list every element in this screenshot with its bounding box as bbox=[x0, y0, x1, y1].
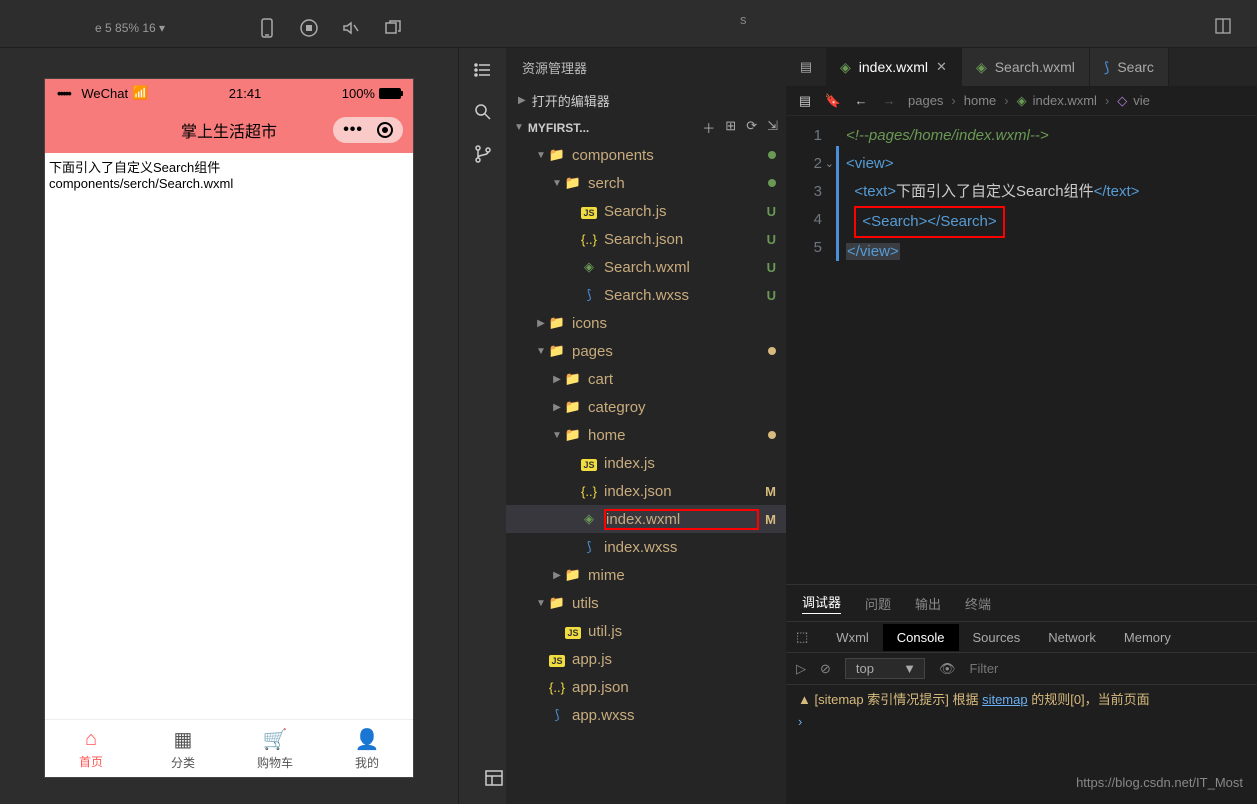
panel-tab-输出[interactable]: 输出 bbox=[915, 594, 941, 613]
tab-pre-icon[interactable]: ▤ bbox=[786, 48, 826, 86]
tree-util.js[interactable]: JSutil.js bbox=[506, 617, 786, 645]
devtab-Network[interactable]: Network bbox=[1034, 624, 1110, 651]
new-file-icon[interactable]: ＋ bbox=[702, 118, 715, 137]
phone-tab-首页[interactable]: ⌂首页 bbox=[45, 720, 137, 777]
tree-categroy[interactable]: ▶📁categroy bbox=[506, 393, 786, 421]
tree-icons[interactable]: ▶📁icons bbox=[506, 309, 786, 337]
device-icon[interactable] bbox=[253, 14, 281, 42]
watermark: https://blog.csdn.net/IT_Most bbox=[1076, 775, 1243, 790]
stop-icon[interactable] bbox=[295, 14, 323, 42]
file-tree: ▼📁components▼📁serchJSSearch.jsU{..}Searc… bbox=[506, 141, 786, 804]
project-header[interactable]: ▼ MYFIRST... ＋ ⊞ ⟳ ⇲ bbox=[506, 114, 786, 141]
inspect-icon[interactable]: ⬚ bbox=[796, 629, 808, 645]
capsule-button[interactable]: ••• bbox=[333, 117, 403, 143]
forward-icon[interactable]: → bbox=[880, 89, 898, 113]
open-editors-section[interactable]: ▶打开的编辑器 bbox=[506, 87, 786, 114]
tree-cart[interactable]: ▶📁cart bbox=[506, 365, 786, 393]
phone-body: 下面引入了自定义Search组件 components/serch/Search… bbox=[45, 153, 413, 719]
more-icon[interactable]: ••• bbox=[343, 121, 363, 139]
tab-Search.wxml[interactable]: ◈Search.wxml bbox=[962, 48, 1090, 86]
close-icon[interactable]: ✕ bbox=[936, 59, 947, 75]
tree-index.wxss[interactable]: ⟆index.wxss bbox=[506, 533, 786, 561]
breadcrumb-pages[interactable]: pages bbox=[908, 93, 943, 108]
tree-serch[interactable]: ▼📁serch bbox=[506, 169, 786, 197]
tree-Search.wxss[interactable]: ⟆Search.wxssU bbox=[506, 281, 786, 309]
tree-index.wxml[interactable]: ◈index.wxmlM bbox=[506, 505, 786, 533]
split-icon[interactable] bbox=[1209, 12, 1237, 40]
play-icon[interactable]: ▷ bbox=[796, 661, 806, 677]
tree-app.wxss[interactable]: ⟆app.wxss bbox=[506, 701, 786, 729]
phone-time: 21:41 bbox=[229, 86, 262, 101]
signal-dots: ••••• bbox=[57, 86, 70, 101]
wifi-icon: 📶 bbox=[132, 85, 148, 101]
tree-Search.js[interactable]: JSSearch.jsU bbox=[506, 197, 786, 225]
search-icon[interactable] bbox=[471, 100, 495, 124]
bottom-panel: 调试器 问题 输出 终端 ⬚ WxmlConsoleSourcesNetworkMem… bbox=[786, 584, 1257, 804]
tree-utils[interactable]: ▼📁utils bbox=[506, 589, 786, 617]
editor-tabs: ▤ ◈index.wxml✕◈Search.wxml⟆Searc bbox=[786, 48, 1257, 86]
editor-area: ▤ ◈index.wxml✕◈Search.wxml⟆Searc ▤ 🔖 ← →… bbox=[786, 48, 1257, 804]
filter-input[interactable] bbox=[970, 661, 1248, 676]
sitemap-link[interactable]: sitemap bbox=[982, 692, 1028, 707]
breadcrumb: ▤ 🔖 ← → pages›home›◈ index.wxml›◇ vie bbox=[786, 86, 1257, 116]
window-icon[interactable] bbox=[379, 14, 407, 42]
breadcrumb-vie[interactable]: ◇ vie bbox=[1117, 93, 1150, 109]
code-editor[interactable]: ⌄12345 <!--pages/home/index.wxml--><view… bbox=[786, 116, 1257, 584]
new-folder-icon[interactable]: ⊞ bbox=[725, 118, 736, 137]
tree-index.js[interactable]: JSindex.js bbox=[506, 449, 786, 477]
phone-frame: ••••• WeChat📶 21:41 100% 掌上生活超市 ••• 下面引入… bbox=[44, 78, 414, 778]
tree-index.json[interactable]: {..}index.jsonM bbox=[506, 477, 786, 505]
phone-titlebar: 掌上生活超市 ••• bbox=[45, 107, 413, 153]
devtab-Memory[interactable]: Memory bbox=[1110, 624, 1185, 651]
tree-pages[interactable]: ▼📁pages bbox=[506, 337, 786, 365]
explorer-title: 资源管理器 bbox=[506, 48, 786, 87]
tree-app.js[interactable]: JSapp.js bbox=[506, 645, 786, 673]
phone-statusbar: ••••• WeChat📶 21:41 100% bbox=[45, 79, 413, 107]
list-icon[interactable] bbox=[471, 58, 495, 82]
tree-app.json[interactable]: {..}app.json bbox=[506, 673, 786, 701]
phone-tab-购物车[interactable]: 🛒购物车 bbox=[229, 720, 321, 777]
panel-tabs: 调试器 问题 输出 终端 bbox=[786, 585, 1257, 621]
devtab-Console[interactable]: Console bbox=[883, 624, 959, 651]
panel-tab-问题[interactable]: 问题 bbox=[865, 594, 891, 613]
refresh-icon[interactable]: ⟳ bbox=[746, 118, 757, 137]
breadcrumb-home[interactable]: home bbox=[964, 93, 997, 108]
main-toolbar: e 5 85% 16 ▾ bbox=[0, 8, 1257, 48]
panel-tab-调试器[interactable]: 调试器 bbox=[802, 592, 841, 614]
tree-home[interactable]: ▼📁home bbox=[506, 421, 786, 449]
devtools-toolbar: ▷ ⊘ top▼ 👁 bbox=[786, 653, 1257, 685]
explorer-panel: 资源管理器 ▶打开的编辑器 ▼ MYFIRST... ＋ ⊞ ⟳ ⇲ ▼📁com… bbox=[506, 48, 786, 804]
close-capsule-icon[interactable] bbox=[377, 122, 393, 138]
context-select[interactable]: top▼ bbox=[845, 658, 925, 679]
devtab-Sources[interactable]: Sources bbox=[959, 624, 1035, 651]
collapse-icon[interactable]: ⇲ bbox=[767, 118, 778, 137]
console-prompt[interactable]: › bbox=[798, 714, 1245, 729]
phone-tab-我的[interactable]: 👤我的 bbox=[321, 720, 413, 777]
compile-status: e 5 85% 16 ▾ bbox=[95, 21, 165, 35]
eye-icon[interactable]: 👁 bbox=[939, 661, 956, 677]
panel-tab-终端[interactable]: 终端 bbox=[965, 594, 991, 613]
activity-bar bbox=[458, 48, 506, 804]
battery-icon bbox=[379, 88, 401, 99]
phone-tabbar: ⌂首页▦分类🛒购物车👤我的 bbox=[45, 719, 413, 777]
tree-mime[interactable]: ▶📁mime bbox=[506, 561, 786, 589]
bookmark-icon[interactable]: 🔖 bbox=[824, 89, 842, 113]
breadcrumb-index.wxml[interactable]: ◈ index.wxml bbox=[1017, 93, 1097, 109]
devtab-Wxml[interactable]: Wxml bbox=[822, 624, 883, 651]
outline-icon[interactable]: ▤ bbox=[796, 89, 814, 113]
tab-index.wxml[interactable]: ◈index.wxml✕ bbox=[826, 48, 962, 86]
tree-Search.json[interactable]: {..}Search.jsonU bbox=[506, 225, 786, 253]
devtools-tabs: ⬚ WxmlConsoleSourcesNetworkMemory bbox=[786, 621, 1257, 653]
console-warning: ▲ [sitemap 索引情况提示] 根据 sitemap 的规则[0]，当前页… bbox=[798, 689, 1245, 708]
tab-Searc[interactable]: ⟆Searc bbox=[1090, 48, 1169, 86]
branch-icon[interactable] bbox=[471, 142, 495, 166]
simulator-panel: ••••• WeChat📶 21:41 100% 掌上生活超市 ••• 下面引入… bbox=[0, 48, 458, 804]
clear-icon[interactable]: ⊘ bbox=[820, 661, 831, 677]
mute-icon[interactable] bbox=[337, 14, 365, 42]
tree-components[interactable]: ▼📁components bbox=[506, 141, 786, 169]
tree-Search.wxml[interactable]: ◈Search.wxmlU bbox=[506, 253, 786, 281]
layout-icon[interactable] bbox=[482, 766, 506, 790]
phone-tab-分类[interactable]: ▦分类 bbox=[137, 720, 229, 777]
back-icon[interactable]: ← bbox=[852, 89, 870, 113]
